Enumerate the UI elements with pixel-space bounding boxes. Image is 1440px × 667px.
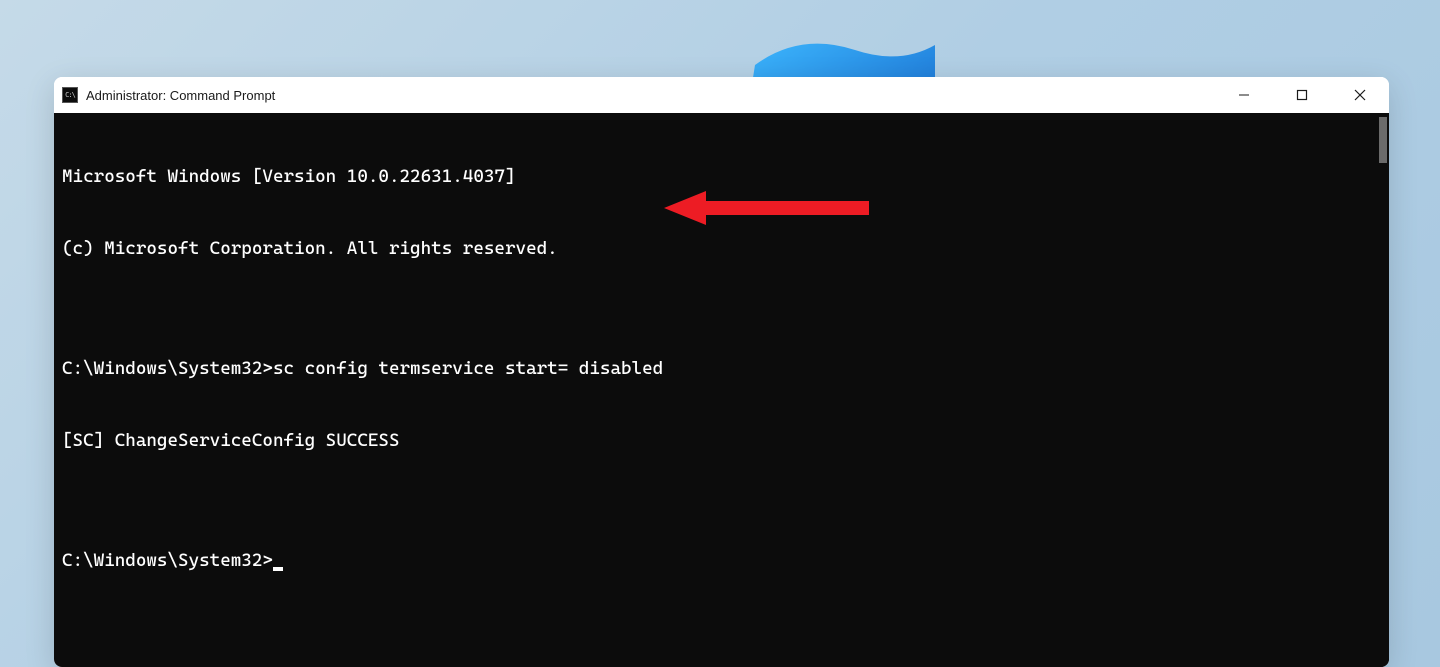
window-title: Administrator: Command Prompt — [86, 88, 275, 103]
scrollbar-thumb[interactable] — [1379, 117, 1387, 163]
cmd-icon: C:\ — [62, 87, 78, 103]
close-icon — [1354, 89, 1366, 101]
terminal-line: Microsoft Windows [Version 10.0.22631.40… — [62, 165, 1381, 189]
maximize-button[interactable] — [1273, 77, 1331, 113]
terminal-prompt: C:\Windows\System32> — [62, 550, 273, 571]
titlebar[interactable]: C:\ Administrator: Command Prompt — [54, 77, 1389, 113]
command-prompt-window: C:\ Administrator: Command Prompt Micros… — [54, 77, 1389, 667]
terminal-line: C:\Windows\System32>sc config termservic… — [62, 357, 1381, 381]
window-controls — [1215, 77, 1389, 113]
minimize-button[interactable] — [1215, 77, 1273, 113]
close-button[interactable] — [1331, 77, 1389, 113]
scrollbar-track[interactable] — [1375, 113, 1389, 667]
terminal-line: [SC] ChangeServiceConfig SUCCESS — [62, 429, 1381, 453]
maximize-icon — [1296, 89, 1308, 101]
cursor — [273, 567, 283, 571]
annotation-arrow — [664, 188, 874, 241]
terminal-prompt-line: C:\Windows\System32> — [62, 549, 1381, 573]
cmd-icon-text: C:\ — [65, 91, 75, 99]
minimize-icon — [1238, 89, 1250, 101]
